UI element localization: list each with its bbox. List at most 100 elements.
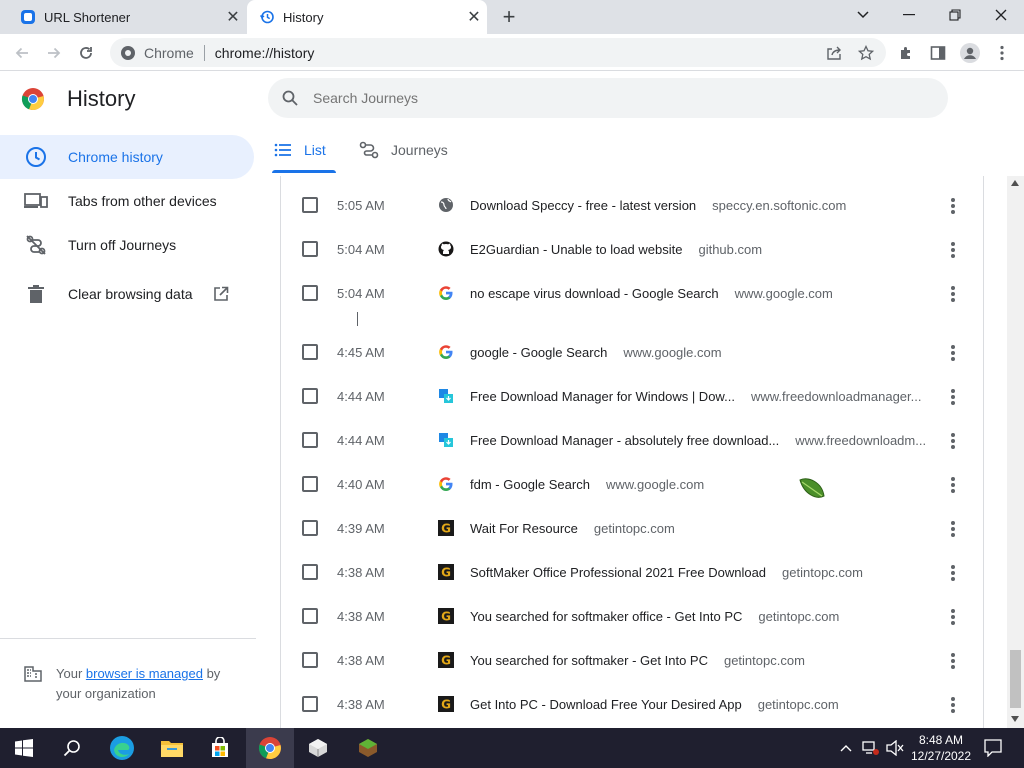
notifications-icon[interactable]	[984, 739, 1002, 760]
bookmark-button[interactable]	[852, 39, 880, 67]
restore-button[interactable]	[932, 0, 978, 30]
more-actions-icon[interactable]	[943, 651, 963, 671]
more-actions-icon[interactable]	[943, 196, 963, 216]
row-checkbox[interactable]	[302, 197, 318, 213]
row-checkbox[interactable]	[302, 608, 318, 624]
sidebar-item-clear-browsing-data[interactable]: Clear browsing data	[0, 272, 254, 316]
close-window-button[interactable]	[978, 0, 1024, 30]
row-checkbox[interactable]	[302, 696, 318, 712]
page-title-link[interactable]: fdm - Google Search	[470, 477, 590, 492]
more-actions-icon[interactable]	[943, 343, 963, 363]
taskbar-edge[interactable]	[98, 728, 146, 768]
scroll-up-arrow[interactable]	[1011, 180, 1019, 186]
more-actions-icon[interactable]	[943, 563, 963, 583]
scroll-down-arrow[interactable]	[1011, 716, 1019, 722]
scroll-thumb[interactable]	[1010, 650, 1021, 708]
history-row[interactable]: 4:40 AM fdm - Google Search www.google.com	[281, 459, 983, 503]
history-row[interactable]: 4:38 AM G You searched for softmaker - Get…	[281, 635, 983, 679]
url-text[interactable]: chrome://history	[215, 45, 315, 61]
scrollbar[interactable]	[1007, 176, 1024, 728]
sidebar-item-label: Chrome history	[68, 149, 163, 165]
tab-list[interactable]: List	[274, 128, 326, 172]
share-icon	[827, 46, 841, 60]
search-input[interactable]	[313, 90, 893, 106]
tab-journeys[interactable]: Journeys	[359, 128, 448, 172]
history-row[interactable]: 4:39 AM G Wait For Resource getintopc.com	[281, 503, 983, 547]
svg-text:G: G	[441, 698, 451, 712]
sidebar-item-turn-off-journeys[interactable]: Turn off Journeys	[0, 223, 254, 267]
history-row[interactable]: 4:38 AM G You searched for softmaker offic…	[281, 591, 983, 635]
more-actions-icon[interactable]	[943, 475, 963, 495]
row-checkbox[interactable]	[302, 520, 318, 536]
close-tab-icon[interactable]: ✕	[465, 8, 483, 26]
profile-button[interactable]	[956, 39, 984, 67]
show-hidden-icons[interactable]	[840, 740, 852, 755]
site-label: Chrome	[144, 44, 194, 61]
taskbar-store[interactable]	[196, 728, 244, 768]
more-actions-icon[interactable]	[943, 431, 963, 451]
row-checkbox[interactable]	[302, 344, 318, 360]
tab-search-dropdown-icon[interactable]	[840, 0, 886, 30]
history-row[interactable]: 5:04 AM no escape virus download - Google…	[281, 268, 983, 312]
sidebar-item-chrome-history[interactable]: Chrome history	[0, 135, 254, 179]
new-tab-button[interactable]: +	[497, 4, 521, 29]
getintopc-favicon-icon: G	[438, 652, 454, 668]
row-checkbox[interactable]	[302, 388, 318, 404]
minimize-button[interactable]	[886, 0, 932, 30]
side-panel-button[interactable]	[924, 39, 952, 67]
page-title-link[interactable]: You searched for softmaker - Get Into PC	[470, 653, 708, 668]
more-actions-icon[interactable]	[943, 284, 963, 304]
page-title-link[interactable]: SoftMaker Office Professional 2021 Free …	[470, 565, 766, 580]
tab-history[interactable]: History ✕	[247, 0, 487, 34]
more-actions-icon[interactable]	[943, 240, 963, 260]
history-row[interactable]: 4:44 AM Free Download Manager - absolutel…	[281, 415, 983, 459]
row-checkbox[interactable]	[302, 432, 318, 448]
search-box[interactable]	[268, 78, 948, 118]
browser-managed-link[interactable]: browser is managed	[86, 666, 203, 681]
taskbar-chrome[interactable]	[246, 728, 294, 768]
more-actions-icon[interactable]	[943, 695, 963, 715]
page-title-link[interactable]: Free Download Manager for Windows | Dow.…	[470, 389, 735, 404]
close-tab-icon[interactable]: ✕	[224, 8, 242, 26]
network-icon[interactable]	[862, 740, 880, 759]
more-actions-icon[interactable]	[943, 519, 963, 539]
more-actions-icon[interactable]	[943, 607, 963, 627]
menu-button[interactable]	[988, 39, 1016, 67]
taskbar-app-cube[interactable]	[294, 728, 342, 768]
extensions-button[interactable]	[892, 39, 920, 67]
history-row[interactable]: 5:04 AM E2Guardian - Unable to load websi…	[281, 224, 983, 268]
row-checkbox[interactable]	[302, 241, 318, 257]
taskbar-search-button[interactable]	[48, 728, 96, 768]
page-title-link[interactable]: google - Google Search	[470, 345, 607, 360]
taskbar-app-minecraft[interactable]	[344, 728, 392, 768]
page-title-link[interactable]: Download Speccy - free - latest version	[470, 198, 696, 213]
page-title-link[interactable]: Get Into PC - Download Free Your Desired…	[470, 697, 742, 712]
taskbar-file-explorer[interactable]	[148, 728, 196, 768]
forward-button[interactable]	[40, 39, 68, 67]
more-actions-icon[interactable]	[943, 387, 963, 407]
row-checkbox[interactable]	[302, 285, 318, 301]
history-row[interactable]: 4:38 AM G Get Into PC - Download Free Your…	[281, 679, 983, 723]
page-title-link[interactable]: no escape virus download - Google Search	[470, 286, 719, 301]
volume-muted-icon[interactable]	[886, 739, 904, 759]
history-row[interactable]: 5:05 AM Download Speccy - free - latest v…	[281, 180, 983, 224]
history-row[interactable]: 4:38 AM G SoftMaker Office Professional 20…	[281, 547, 983, 591]
system-clock[interactable]: 8:48 AM 12/27/2022	[910, 732, 972, 764]
site-info-chip[interactable]: Chrome	[120, 45, 194, 61]
page-title-link[interactable]: E2Guardian - Unable to load website	[470, 242, 682, 257]
row-checkbox[interactable]	[302, 564, 318, 580]
tab-url-shortener[interactable]: URL Shortener ✕	[8, 0, 244, 34]
omnibox[interactable]: Chrome chrome://history	[110, 38, 886, 67]
page-title-link[interactable]: Free Download Manager - absolutely free …	[470, 433, 779, 448]
history-row[interactable]: 4:44 AM Free Download Manager for Windows…	[281, 371, 983, 415]
sidebar-item-tabs-other-devices[interactable]: Tabs from other devices	[0, 179, 254, 223]
page-title-link[interactable]: You searched for softmaker office - Get …	[470, 609, 742, 624]
start-button[interactable]	[0, 728, 48, 768]
row-checkbox[interactable]	[302, 476, 318, 492]
share-button[interactable]	[820, 39, 848, 67]
reload-button[interactable]	[72, 39, 100, 67]
row-checkbox[interactable]	[302, 652, 318, 668]
page-title-link[interactable]: Wait For Resource	[470, 521, 578, 536]
history-row[interactable]: 4:45 AM google - Google Search www.google.…	[281, 327, 983, 371]
back-button[interactable]	[8, 39, 36, 67]
